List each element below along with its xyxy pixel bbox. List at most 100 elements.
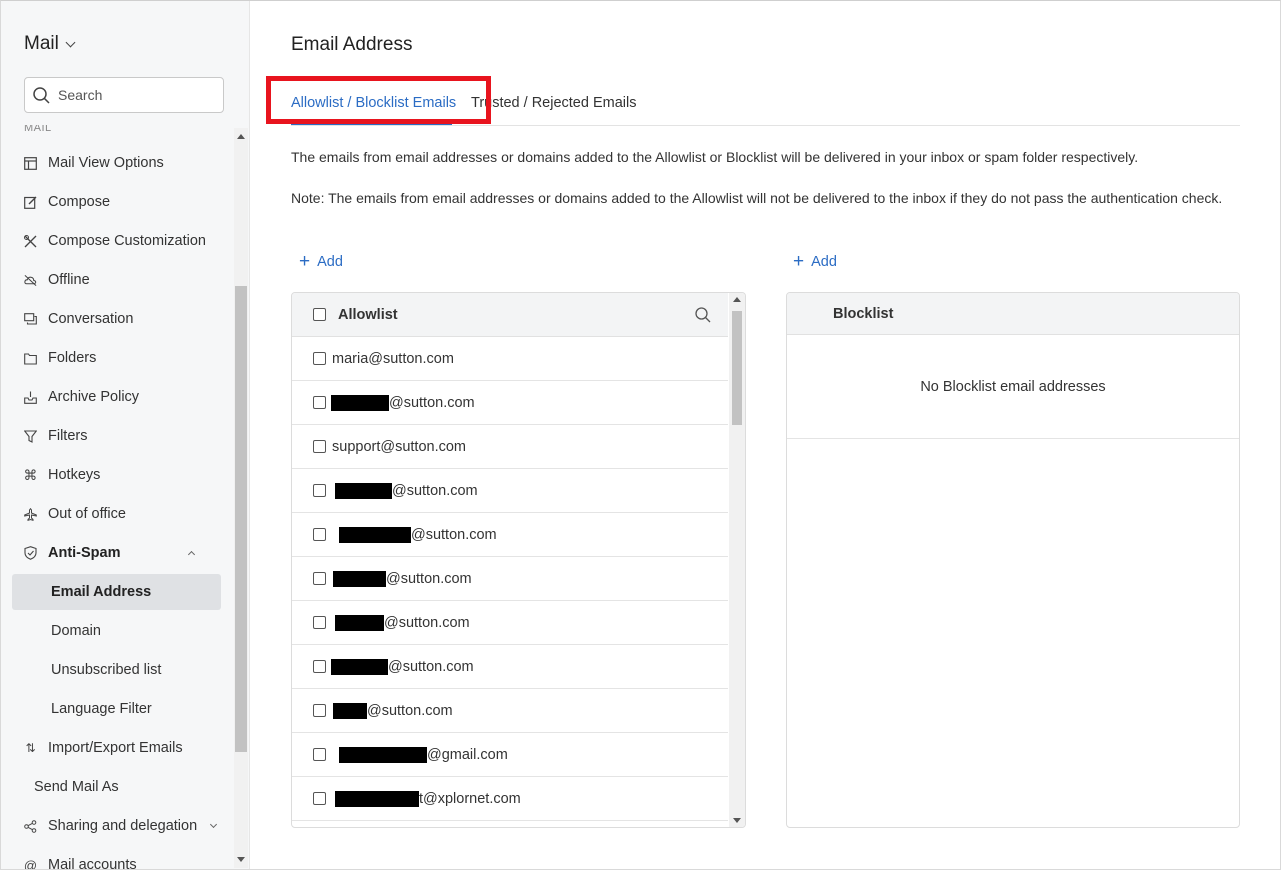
table-row[interactable]: @sutton.com bbox=[292, 513, 728, 557]
row-checkbox[interactable] bbox=[313, 704, 326, 717]
table-row[interactable]: @gmail.com bbox=[292, 733, 728, 777]
sidebar-item-sharing[interactable]: Sharing and delegation bbox=[24, 810, 224, 842]
scrollbar-thumb[interactable] bbox=[732, 311, 742, 425]
email-domain: @sutton.com bbox=[389, 394, 475, 411]
blocklist-panel: Blocklist No Blocklist email addresses bbox=[786, 292, 1240, 828]
email-prefix: support bbox=[332, 438, 381, 455]
sidebar-item-filters[interactable]: Filters bbox=[24, 420, 224, 452]
sidebar-item-anti-spam[interactable]: Anti-Spam bbox=[24, 537, 224, 569]
sidebar-scrollbar[interactable] bbox=[234, 128, 248, 868]
sidebar-item-import-export[interactable]: ⇅ Import/Export Emails bbox=[24, 732, 224, 764]
email-address: maria @sutton.com bbox=[332, 351, 454, 367]
sidebar-subitem-label: Unsubscribed list bbox=[51, 662, 162, 678]
app-title: Mail bbox=[24, 33, 59, 54]
sidebar-item-hotkeys[interactable]: ⌘ Hotkeys bbox=[24, 459, 224, 491]
sidebar-item-mail-accounts[interactable]: @ Mail accounts bbox=[24, 849, 224, 870]
sidebar-item-out-of-office[interactable]: Out of office bbox=[24, 498, 224, 530]
archive-icon bbox=[24, 391, 37, 404]
sidebar-item-label: Sharing and delegation bbox=[48, 818, 198, 834]
email-domain: @sutton.com bbox=[392, 482, 478, 499]
chevron-down-icon bbox=[65, 37, 76, 47]
sidebar-subitem-email-address[interactable]: Email Address bbox=[12, 574, 221, 610]
email-address: @sutton.com bbox=[335, 482, 478, 499]
email-domain: @sutton.com bbox=[388, 658, 474, 675]
table-row[interactable]: support @sutton.com bbox=[292, 425, 728, 469]
sidebar-item-compose-customization[interactable]: Compose Customization bbox=[24, 225, 224, 257]
email-address: @sutton.com bbox=[331, 658, 474, 675]
email-domain: @sutton.com bbox=[386, 570, 472, 587]
email-domain: @sutton.com bbox=[380, 438, 467, 455]
sidebar-item-label: Anti-Spam bbox=[48, 545, 121, 561]
row-checkbox[interactable] bbox=[313, 528, 326, 541]
email-domain: t@xplornet.com bbox=[419, 790, 521, 807]
sidebar-subitem-language-filter[interactable]: Language Filter bbox=[12, 691, 221, 727]
sidebar-subitem-domain[interactable]: Domain bbox=[12, 613, 221, 649]
row-checkbox[interactable] bbox=[313, 660, 326, 673]
redacted-block bbox=[331, 658, 388, 675]
email-address: @gmail.com bbox=[339, 746, 508, 763]
sidebar-subitem-unsubscribed-list[interactable]: Unsubscribed list bbox=[12, 652, 221, 688]
share-icon bbox=[24, 819, 37, 833]
row-checkbox[interactable] bbox=[313, 440, 326, 453]
sidebar-item-offline[interactable]: Offline bbox=[24, 264, 224, 296]
table-row[interactable]: @sutton.com bbox=[292, 381, 728, 425]
table-row[interactable]: maria @sutton.com bbox=[292, 337, 728, 381]
add-blocklist-button[interactable]: + Add bbox=[793, 252, 837, 271]
search-icon[interactable] bbox=[695, 306, 711, 323]
blocklist-title: Blocklist bbox=[833, 305, 894, 322]
tab-trusted-rejected[interactable]: Trusted / Rejected Emails bbox=[471, 95, 636, 111]
add-allowlist-button[interactable]: + Add bbox=[299, 251, 343, 272]
email-address: @sutton.com bbox=[331, 394, 475, 411]
scroll-up-arrow-icon[interactable] bbox=[237, 134, 245, 139]
sidebar-item-label: Offline bbox=[48, 272, 90, 288]
cloud-off-icon bbox=[24, 274, 37, 287]
chevron-down-icon bbox=[210, 820, 218, 829]
sidebar-item-mail-view-options[interactable]: Mail View Options bbox=[24, 147, 224, 179]
scroll-up-arrow-icon[interactable] bbox=[733, 297, 741, 302]
sidebar-item-label: Compose Customization bbox=[48, 233, 206, 249]
allowlist-header: Allowlist bbox=[292, 293, 728, 337]
table-row[interactable]: @sutton.com bbox=[292, 601, 728, 645]
row-checkbox[interactable] bbox=[313, 572, 326, 585]
plus-icon: + bbox=[299, 251, 311, 272]
table-row[interactable]: t@xplornet.com bbox=[292, 777, 728, 821]
allowlist-title: Allowlist bbox=[338, 306, 398, 323]
shield-icon bbox=[24, 546, 37, 560]
row-checkbox[interactable] bbox=[313, 484, 326, 497]
scroll-down-arrow-icon[interactable] bbox=[733, 818, 741, 823]
sidebar-search[interactable] bbox=[24, 77, 224, 113]
table-row[interactable]: @sutton.com bbox=[292, 557, 728, 601]
email-address: t@xplornet.com bbox=[335, 790, 521, 807]
row-checkbox[interactable] bbox=[313, 396, 326, 409]
sidebar-item-label: Out of office bbox=[48, 506, 126, 522]
email-domain: @sutton.com bbox=[367, 702, 453, 719]
allowlist-scrollbar[interactable] bbox=[729, 293, 745, 827]
sidebar-item-send-mail-as[interactable]: Send Mail As bbox=[34, 771, 234, 803]
app-switcher[interactable]: Mail bbox=[24, 33, 76, 55]
sidebar-subitem-label: Email Address bbox=[51, 584, 152, 600]
row-checkbox[interactable] bbox=[313, 616, 326, 629]
sidebar-item-label: Hotkeys bbox=[48, 467, 101, 483]
sidebar-item-label: Archive Policy bbox=[48, 389, 140, 405]
search-input[interactable] bbox=[58, 87, 208, 103]
sidebar-item-conversation[interactable]: Conversation bbox=[24, 303, 224, 335]
row-checkbox[interactable] bbox=[313, 352, 326, 365]
sidebar-item-folders[interactable]: Folders bbox=[24, 342, 224, 374]
select-all-checkbox[interactable] bbox=[313, 308, 326, 321]
note-text: Note: The emails from email addresses or… bbox=[291, 190, 1223, 206]
scrollbar-thumb[interactable] bbox=[235, 286, 247, 752]
sidebar-item-label: Send Mail As bbox=[34, 779, 119, 795]
row-checkbox[interactable] bbox=[313, 792, 326, 805]
scroll-down-arrow-icon[interactable] bbox=[237, 857, 245, 862]
table-row[interactable]: @sutton.com bbox=[292, 689, 728, 733]
row-checkbox[interactable] bbox=[313, 748, 326, 761]
table-row[interactable]: @sutton.com bbox=[292, 645, 728, 689]
add-label: Add bbox=[317, 254, 343, 270]
layout-icon bbox=[24, 156, 37, 170]
table-row[interactable]: @sutton.com bbox=[292, 469, 728, 513]
email-address: @sutton.com bbox=[333, 570, 472, 587]
sidebar-item-label: Mail View Options bbox=[48, 155, 164, 171]
sidebar-item-compose[interactable]: Compose bbox=[24, 186, 224, 218]
sidebar-item-archive-policy[interactable]: Archive Policy bbox=[24, 381, 224, 413]
email-address: @sutton.com bbox=[333, 702, 453, 719]
